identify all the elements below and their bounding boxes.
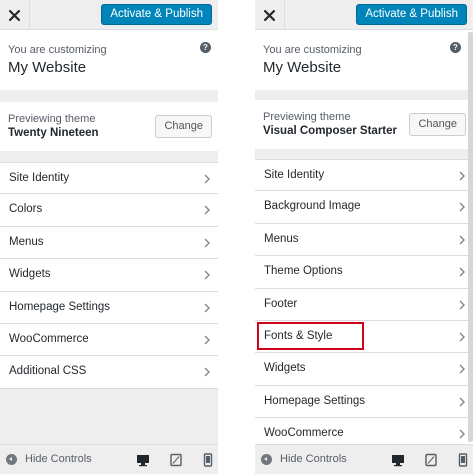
chevron-right-icon: [204, 205, 210, 215]
menu-item-site-identity[interactable]: Site Identity: [255, 159, 473, 192]
menu-item-label: Colors: [9, 203, 43, 216]
menu-item-label: Widgets: [9, 268, 51, 281]
menu-item-label: Homepage Settings: [264, 394, 366, 407]
customizer-header: Activate & Publish: [255, 0, 473, 30]
chevron-right-icon: [204, 335, 210, 345]
chevron-right-icon: [459, 171, 465, 181]
previewing-theme-label: Previewing theme: [8, 113, 96, 125]
menu-item-label: Menus: [264, 232, 299, 245]
chevron-right-icon: [204, 238, 210, 248]
customizer-footer: Hide Controls: [255, 444, 473, 474]
customizer-panel-left: Activate & Publish You are customizing M…: [0, 0, 218, 474]
theme-name: Twenty Nineteen: [8, 127, 99, 139]
menu-item-label: Theme Options: [264, 265, 343, 278]
customizer-header: Activate & Publish: [0, 0, 218, 30]
chevron-right-icon: [459, 364, 465, 374]
desktop-icon: [137, 455, 149, 467]
menu-item-colors[interactable]: Colors: [0, 194, 218, 227]
menu-item-label: Menus: [9, 235, 44, 248]
menu-item-homepage-settings[interactable]: Homepage Settings: [255, 385, 473, 419]
change-theme-button[interactable]: Change: [155, 115, 212, 138]
preview-tablet-button[interactable]: [169, 453, 183, 467]
preview-mobile-button[interactable]: [456, 453, 470, 467]
customizer-menu: Site Identity Colors Menus Widgets Homepage …: [0, 162, 218, 389]
collapse-icon: [261, 453, 272, 465]
activate-publish-button[interactable]: Activate & Publish: [356, 4, 467, 25]
menu-item-homepage-settings[interactable]: Homepage Settings: [0, 291, 218, 324]
menu-item-theme-options[interactable]: Theme Options: [255, 256, 473, 289]
theme-name: Visual Composer Starter: [263, 125, 398, 137]
menu-item-background-image[interactable]: Background Image: [255, 191, 473, 224]
menu-item-label: WooCommerce: [9, 332, 89, 345]
desktop-icon: [392, 455, 404, 467]
hide-controls-button[interactable]: Hide Controls: [6, 453, 92, 465]
chevron-right-icon: [204, 270, 210, 280]
tablet-icon: [170, 453, 182, 467]
chevron-right-icon: [459, 267, 465, 277]
preview-tablet-button[interactable]: [424, 453, 438, 467]
previewing-theme-label: Previewing theme: [263, 111, 351, 123]
preview-desktop-button[interactable]: [136, 453, 150, 467]
menu-item-widgets[interactable]: Widgets: [0, 259, 218, 292]
hide-controls-button[interactable]: Hide Controls: [261, 453, 347, 465]
menu-item-label: Fonts & Style: [264, 329, 333, 342]
menu-item-label: Site Identity: [9, 172, 70, 184]
customizer-menu: Site Identity Background Image Menus Theme …: [255, 159, 473, 451]
menu-item-fonts-and-style[interactable]: Fonts & Style: [255, 320, 473, 354]
menu-item-label: Additional CSS: [9, 365, 87, 378]
hide-controls-label: Hide Controls: [25, 453, 92, 465]
preview-mobile-button[interactable]: [201, 453, 215, 467]
chevron-right-icon: [204, 303, 210, 313]
chevron-right-icon: [204, 367, 210, 377]
menu-item-label: Footer: [264, 297, 298, 310]
customizing-label: You are customizing: [8, 44, 107, 56]
customizer-footer: Hide Controls: [0, 444, 218, 474]
chevron-right-icon: [459, 397, 465, 407]
menu-item-label: Background Image: [264, 200, 361, 213]
menu-item-menus[interactable]: Menus: [255, 223, 473, 257]
customizing-info: You are customizing My Website ?: [0, 30, 218, 90]
theme-preview-box: Previewing theme Twenty Nineteen Change: [0, 102, 218, 151]
hide-controls-label: Hide Controls: [280, 453, 347, 465]
customizer-panel-right: Activate & Publish You are customizing M…: [255, 0, 473, 474]
menu-item-label: Widgets: [264, 362, 306, 375]
help-icon[interactable]: ?: [450, 42, 461, 53]
chevron-right-icon: [204, 174, 210, 184]
chevron-right-icon: [459, 202, 465, 212]
menu-item-woocommerce[interactable]: WooCommerce: [0, 323, 218, 357]
scrollbar[interactable]: [468, 32, 473, 442]
chevron-right-icon: [459, 332, 465, 342]
help-icon[interactable]: ?: [200, 42, 211, 53]
site-title: My Website: [8, 59, 87, 76]
theme-preview-box: Previewing theme Visual Composer Starter…: [255, 100, 473, 149]
tablet-icon: [425, 453, 437, 467]
menu-item-widgets[interactable]: Widgets: [255, 353, 473, 386]
activate-publish-button[interactable]: Activate & Publish: [101, 4, 212, 25]
customizing-info: You are customizing My Website ?: [255, 30, 473, 90]
close-button[interactable]: [0, 0, 30, 30]
close-button[interactable]: [255, 0, 285, 30]
preview-desktop-button[interactable]: [391, 453, 405, 467]
menu-item-additional-css[interactable]: Additional CSS: [0, 356, 218, 389]
chevron-right-icon: [459, 429, 465, 439]
collapse-icon: [6, 453, 17, 465]
change-theme-button[interactable]: Change: [409, 113, 466, 136]
menu-item-label: Site Identity: [264, 169, 325, 181]
menu-item-footer[interactable]: Footer: [255, 288, 473, 321]
mobile-icon: [458, 453, 468, 467]
close-icon: [9, 9, 20, 21]
menu-item-label: Homepage Settings: [9, 300, 111, 313]
mobile-icon: [203, 453, 213, 467]
site-title: My Website: [263, 59, 342, 76]
chevron-right-icon: [459, 235, 465, 245]
close-icon: [264, 9, 275, 21]
customizing-label: You are customizing: [263, 44, 362, 56]
chevron-right-icon: [459, 300, 465, 310]
menu-item-site-identity[interactable]: Site Identity: [0, 162, 218, 195]
menu-item-menus[interactable]: Menus: [0, 226, 218, 260]
